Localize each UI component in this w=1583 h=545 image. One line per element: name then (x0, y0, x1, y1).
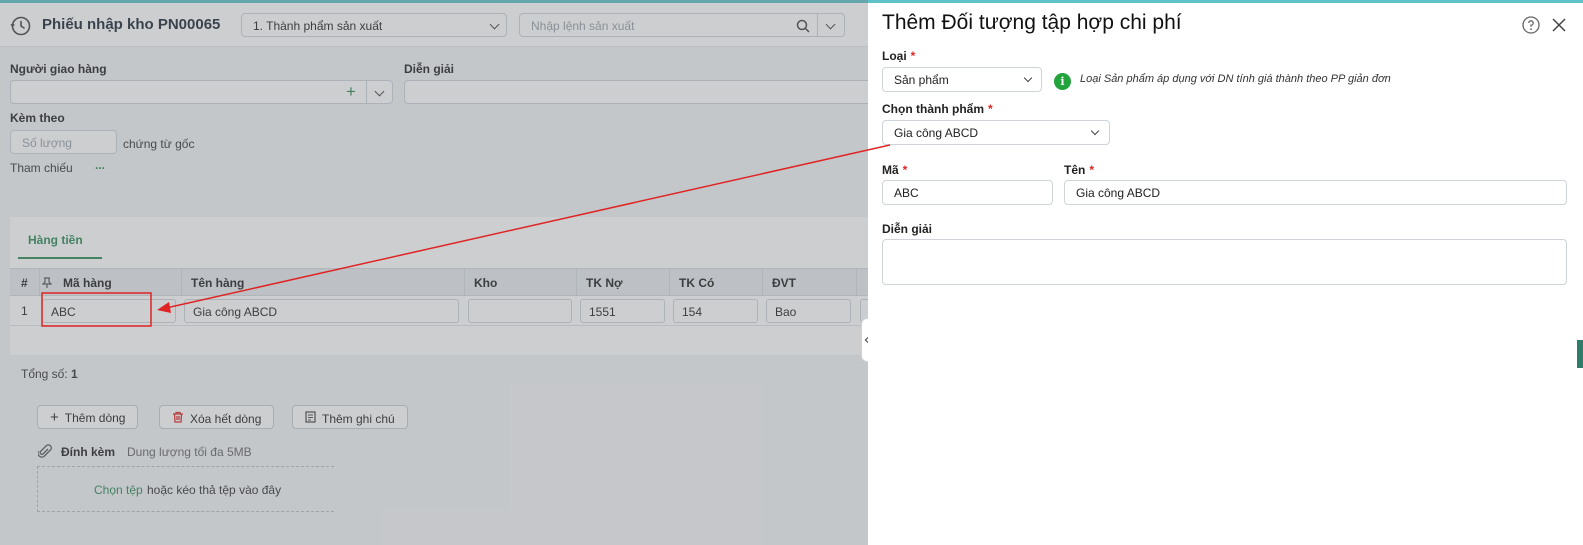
product-select[interactable]: Gia công ABCD (882, 120, 1110, 145)
name-label-text: Tên (1064, 163, 1086, 177)
type-select-value: Sản phẩm (894, 73, 949, 87)
help-icon[interactable] (1522, 16, 1540, 34)
name-input[interactable]: Gia công ABCD (1064, 180, 1567, 205)
chevron-down-icon (1023, 73, 1033, 83)
code-label: Mã * (882, 163, 907, 177)
side-panel: Thêm Đối tượng tập hợp chi phí Loại * Sản… (868, 3, 1583, 545)
panel-description-label: Diễn giải (882, 222, 933, 236)
name-label: Tên * (1064, 163, 1094, 177)
code-label-text: Mã (882, 163, 899, 177)
type-label: Loại * (882, 49, 915, 63)
type-hint: Loại Sản phẩm áp dụng với DN tính giá th… (1080, 73, 1391, 85)
product-label-text: Chọn thành phẩm (882, 102, 984, 116)
required-mark: * (1089, 163, 1095, 177)
chevron-down-icon (1090, 126, 1100, 136)
required-mark: * (910, 49, 916, 63)
panel-description-input[interactable] (882, 239, 1567, 285)
close-icon[interactable] (1552, 18, 1566, 32)
required-mark: * (902, 163, 908, 177)
product-select-value: Gia công ABCD (894, 126, 979, 140)
panel-title: Thêm Đối tượng tập hợp chi phí (882, 11, 1182, 34)
required-mark: * (988, 102, 993, 116)
modal-overlay[interactable] (0, 0, 868, 545)
type-label-text: Loại (882, 49, 907, 63)
product-label: Chọn thành phẩm * (882, 102, 993, 116)
code-input[interactable]: ABC (882, 180, 1053, 205)
info-icon: i (1054, 73, 1071, 90)
type-select[interactable]: Sản phẩm (882, 67, 1042, 92)
edge-indicator (1577, 340, 1583, 368)
